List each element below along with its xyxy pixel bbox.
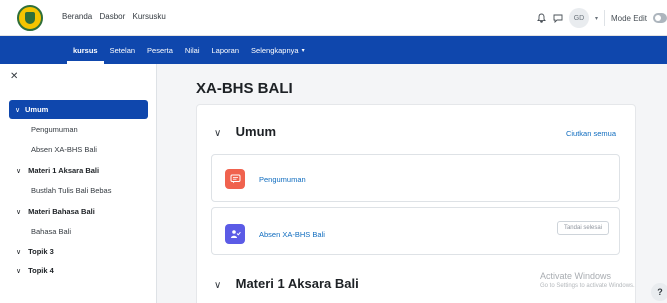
page-title: XA-BHS BALI [196,80,293,97]
chevron-down-icon: ∨ [16,209,22,216]
drawer-section-topik-3[interactable]: ∨ Topik 3 [0,247,157,256]
drawer-activity-pengumuman[interactable]: Pengumuman [0,125,157,134]
drawer-section-materi-bahasa[interactable]: ∨ Materi Bahasa Bali [0,207,157,216]
avatar[interactable]: GD [568,8,589,28]
tab-setelan[interactable]: Setelan [110,36,135,64]
drawer-section-label: Umum [25,105,49,114]
close-icon[interactable]: ✕ [10,71,18,82]
drawer-section-label: Materi Bahasa Bali [28,207,95,216]
course-index-drawer: ✕ ∨ Umum Pengumuman Absen XA-BHS Bali ∨ … [0,64,157,303]
primary-nav: Beranda Dasbor Kursusku [62,12,171,21]
activity-link[interactable]: Absen XA-BHS Bali [259,230,325,239]
tab-peserta[interactable]: Peserta [147,36,173,64]
top-navbar: Beranda Dasbor Kursusku GD ▾ Mode Edit [0,0,667,36]
section-header-materi-1[interactable]: ∨ Materi 1 Aksara Bali [214,276,359,291]
chevron-down-icon: ∨ [15,106,21,114]
activity-link[interactable]: Pengumuman [259,175,306,184]
user-menu-area: GD ▾ Mode Edit [537,8,667,28]
activity-pengumuman[interactable]: Pengumuman [211,154,620,202]
drawer-section-label: Materi 1 Aksara Bali [28,166,100,175]
chevron-down-icon: ∨ [16,168,22,175]
mode-edit-toggle[interactable] [653,13,667,23]
drawer-activity-bustlah[interactable]: Bustlah Tulis Bali Bebas [0,186,157,195]
windows-watermark-title: Activate Windows [540,271,612,281]
nav-link-beranda[interactable]: Beranda [62,12,92,21]
drawer-section-label: Topik 3 [28,247,54,256]
mark-as-done-button[interactable]: Tandai selesai [556,221,609,235]
chevron-down-icon: ▾ [301,47,305,54]
chevron-down-icon[interactable]: ▾ [595,15,598,22]
collapse-all-link[interactable]: Ciutkan semua [566,129,616,138]
chevron-down-icon[interactable]: ∨ [214,128,232,139]
chevron-down-icon: ∨ [16,268,22,275]
course-secondary-nav: kursus Setelan Peserta Nilai Laporan Sel… [0,36,667,64]
section-title: Umum [235,124,277,139]
forum-icon [225,169,245,189]
drawer-section-topik-4[interactable]: ∨ Topik 4 [0,266,157,275]
tab-selengkapnya[interactable]: Selengkapnya ▾ [251,36,305,64]
tab-nilai[interactable]: Nilai [185,36,200,64]
chevron-down-icon: ∨ [16,249,22,256]
tab-kursus[interactable]: kursus [67,36,104,64]
drawer-section-materi-1[interactable]: ∨ Materi 1 Aksara Bali [0,166,157,175]
section-header-umum[interactable]: ∨ Umum [214,124,276,139]
activity-absen[interactable]: Absen XA-BHS Bali Tandai selesai [211,207,620,255]
divider [603,10,605,26]
nav-link-kursusku[interactable]: Kursusku [133,12,166,21]
drawer-section-umum[interactable]: ∨ Umum [9,100,148,119]
windows-watermark-subtitle: Go to Settings to activate Windows. [540,283,635,289]
message-icon[interactable] [553,13,563,23]
tab-laporan[interactable]: Laporan [212,36,240,64]
chevron-down-icon[interactable]: ∨ [214,280,232,291]
site-logo[interactable] [17,5,43,31]
bell-icon[interactable] [537,13,547,23]
drawer-section-label: Topik 4 [28,266,54,275]
attendance-icon [225,224,245,244]
mode-edit-label: Mode Edit [610,13,647,23]
nav-link-dasbor[interactable]: Dasbor [99,12,125,21]
tab-selengkapnya-label: Selengkapnya [251,45,299,55]
drawer-activity-absen[interactable]: Absen XA-BHS Bali [0,145,157,154]
drawer-activity-bahasa-bali[interactable]: Bahasa Bali [0,227,157,236]
section-title: Materi 1 Aksara Bali [235,276,359,291]
help-button[interactable]: ? [651,283,667,301]
